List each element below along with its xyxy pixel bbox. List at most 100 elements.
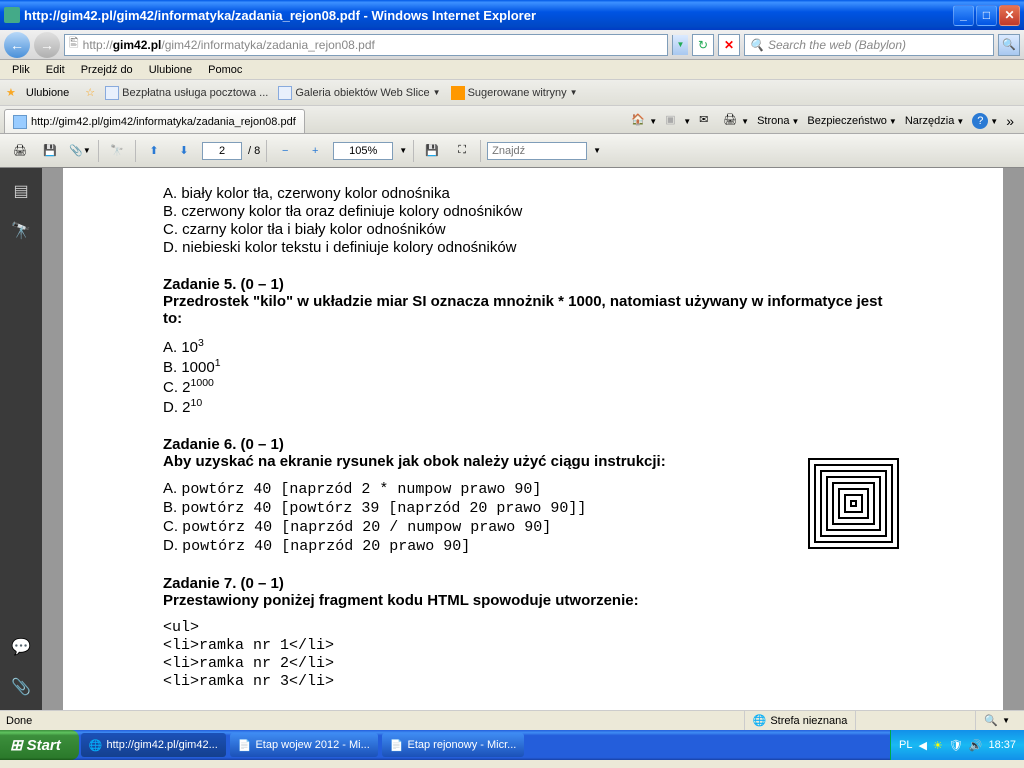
zoom-icon: 🔍 xyxy=(984,714,998,727)
q4-answer-d: D. niebieski kolor tekstu i definiuje ko… xyxy=(163,239,903,256)
search-input[interactable]: 🔍 Search the web (Babylon) xyxy=(744,34,994,56)
taskbar-item-word2[interactable]: 📄Etap rejonowy - Micr... xyxy=(382,733,525,757)
address-bar[interactable]: 🖺 http://gim42.pl/gim42/informatyka/zada… xyxy=(64,34,668,56)
tray-icon[interactable]: ☀ xyxy=(933,739,943,752)
pdf-next-page-button[interactable]: ⬇ xyxy=(172,139,196,163)
pdf-search-button[interactable]: 🔭 xyxy=(105,139,129,163)
tab-active[interactable]: http://gim42.pl/gim42/informatyka/zadani… xyxy=(4,109,305,133)
pdf-zoom-input[interactable] xyxy=(333,142,393,160)
pdf-page-input[interactable] xyxy=(202,142,242,160)
search-go-button[interactable]: 🔍 xyxy=(998,34,1020,56)
feeds-button[interactable]: ▣▼ xyxy=(665,113,691,129)
tray-icon[interactable]: ◀ xyxy=(918,739,926,752)
q4-answer-a: A. biały kolor tła, czerwony kolor odnoś… xyxy=(163,185,903,202)
help-button[interactable]: ?▼ xyxy=(972,113,998,129)
favorites-star-icon[interactable]: ★ xyxy=(6,86,16,99)
forward-button[interactable]: → xyxy=(34,32,60,58)
maximize-button[interactable]: □ xyxy=(976,5,997,26)
tab-title: http://gim42.pl/gim42/informatyka/zadani… xyxy=(31,116,296,128)
attach-icon: 📎 xyxy=(69,144,83,157)
status-bar: Done 🌐Strefa nieznana 🔍▼ xyxy=(0,710,1024,730)
close-button[interactable]: ✕ xyxy=(999,5,1020,26)
pdf-zoom-out-button[interactable]: − xyxy=(273,139,297,163)
status-text: Done xyxy=(6,715,32,727)
menu-help[interactable]: Pomoc xyxy=(200,62,250,78)
favlink-webslice[interactable]: Galeria obiektów Web Slice▼ xyxy=(278,86,440,100)
pdf-fit-button[interactable]: 💾 xyxy=(420,139,444,163)
q6-text: Aby uzyskać na ekranie rysunek jak obok … xyxy=(163,453,903,470)
pdf-comments-button[interactable]: 💬 xyxy=(10,636,32,658)
search-placeholder: Search the web (Babylon) xyxy=(768,38,906,52)
fit-icon: 💾 xyxy=(425,144,439,157)
menu-goto[interactable]: Przejdź do xyxy=(73,62,141,78)
q7-code-3: <li>ramka nr 2</li> xyxy=(163,655,903,672)
system-tray[interactable]: PL ◀ ☀ 🛡 🔊 18:37 xyxy=(890,730,1024,760)
comment-icon: 💬 xyxy=(11,637,31,657)
pdf-print-button[interactable]: 🖨 xyxy=(8,139,32,163)
pdf-page-container[interactable]: A. biały kolor tła, czerwony kolor odnoś… xyxy=(42,168,1024,710)
pdf-find-input[interactable] xyxy=(487,142,587,160)
menu-favorites[interactable]: Ulubione xyxy=(141,62,200,78)
taskbar-item-ie[interactable]: 🌐http://gim42.pl/gim42... xyxy=(81,733,226,757)
pdf-attachments-button[interactable]: 📎 xyxy=(10,676,32,698)
menu-bar: Plik Edit Przejdź do Ulubione Pomoc xyxy=(0,60,1024,80)
q6-answer-b: B. powtórz 40 [powtórz 39 [naprzód 20 pr… xyxy=(163,499,903,517)
print-button[interactable]: 🖨▼ xyxy=(723,113,749,129)
mail-button[interactable]: ✉ xyxy=(699,113,715,129)
separator xyxy=(480,140,481,162)
ie-page-icon xyxy=(278,86,292,100)
status-zoom[interactable]: 🔍▼ xyxy=(975,711,1018,730)
window-titlebar: http://gim42.pl/gim42/informatyka/zadani… xyxy=(0,0,1024,30)
tray-icon[interactable]: 🔊 xyxy=(969,739,983,752)
pages-icon: ▤ xyxy=(13,181,28,201)
pdf-prev-page-button[interactable]: ⬆ xyxy=(142,139,166,163)
home-button[interactable]: 🏠▼ xyxy=(631,113,657,129)
save-icon: 💾 xyxy=(43,144,57,157)
favorites-bar: ★ Ulubione ☆ Bezpłatna usługa pocztowa .… xyxy=(0,80,1024,106)
q5-title: Zadanie 5. (0 – 1) xyxy=(163,276,903,293)
pdf-viewer: ▤ 🔭 💬 📎 A. biały kolor tła, czerwony kol… xyxy=(0,168,1024,710)
windows-logo-icon: ⊞ xyxy=(10,736,23,754)
start-button[interactable]: ⊞Start xyxy=(0,730,79,760)
pdf-zoom-in-button[interactable]: + xyxy=(303,139,327,163)
pdf-bookmarks-button[interactable]: 🔭 xyxy=(10,220,32,242)
tray-clock[interactable]: 18:37 xyxy=(988,739,1016,751)
favorites-label[interactable]: Ulubione xyxy=(26,87,69,99)
q4-answer-b: B. czerwony kolor tła oraz definiuje kol… xyxy=(163,203,903,220)
ie-page-icon xyxy=(105,86,119,100)
tray-lang[interactable]: PL xyxy=(899,739,912,751)
pdf-fullscreen-button[interactable]: ⛶ xyxy=(450,139,474,163)
url-dropdown[interactable]: ▼ xyxy=(672,35,688,55)
q5-text: Przedrostek "kilo" w układzie miar SI oz… xyxy=(163,293,903,327)
home-icon: 🏠 xyxy=(631,113,647,129)
tools-menu[interactable]: Narzędzia▼ xyxy=(905,115,964,127)
taskbar-item-word1[interactable]: 📄Etap wojew 2012 - Mi... xyxy=(230,733,378,757)
q7-title: Zadanie 7. (0 – 1) xyxy=(163,575,903,592)
q7-code-1: <ul> xyxy=(163,619,903,636)
word-icon: 📄 xyxy=(390,739,404,752)
favlink-suggested[interactable]: Sugerowane witryny▼ xyxy=(451,86,578,100)
add-favorite-icon[interactable]: ☆ xyxy=(85,86,95,99)
tray-icon[interactable]: 🛡 xyxy=(949,739,963,752)
printer-icon: 🖨 xyxy=(13,144,27,157)
safety-menu[interactable]: Bezpieczeństwo▼ xyxy=(807,115,896,127)
minimize-button[interactable]: _ xyxy=(953,5,974,26)
stop-button[interactable]: ✕ xyxy=(718,34,740,56)
back-button[interactable]: ← xyxy=(4,32,30,58)
ie-icon xyxy=(4,7,20,23)
word-icon: 📄 xyxy=(238,739,252,752)
page-menu[interactable]: Strona▼ xyxy=(757,115,799,127)
pdf-email-button[interactable]: 📎▼ xyxy=(68,139,92,163)
pdf-thumbnails-button[interactable]: ▤ xyxy=(10,180,32,202)
q6-answer-d: D. powtórz 40 [naprzód 20 prawo 90] xyxy=(163,537,903,555)
favlink-mail[interactable]: Bezpłatna usługa pocztowa ... xyxy=(105,86,268,100)
pdf-save-button[interactable]: 💾 xyxy=(38,139,62,163)
q7-code-2: <li>ramka nr 1</li> xyxy=(163,637,903,654)
refresh-button[interactable]: ↻ xyxy=(692,34,714,56)
menu-file[interactable]: Plik xyxy=(4,62,38,78)
pdf-toolbar: 🖨 💾 📎▼ 🔭 ⬆ ⬇ / 8 − + ▼ 💾 ⛶ ▼ xyxy=(0,134,1024,168)
ie-icon: 🌐 xyxy=(89,739,103,752)
expand-button[interactable]: » xyxy=(1006,113,1014,129)
q7-text: Przestawiony poniżej fragment kodu HTML … xyxy=(163,592,903,609)
menu-edit[interactable]: Edit xyxy=(38,62,73,78)
